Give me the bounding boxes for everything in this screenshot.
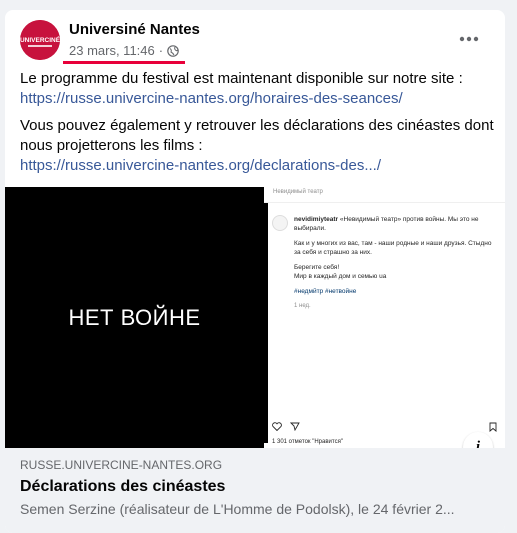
insta-likes: 1 301 отметок "Нравится" <box>272 439 343 445</box>
link-preview-image[interactable]: НЕТ ВОЙНЕ Невидимый театр nevidimiyteatr… <box>5 187 505 462</box>
meta-separator: · <box>158 43 164 58</box>
insta-caption: nevidimiyteatr «Невидимый театр» против … <box>294 215 499 317</box>
instagram-screenshot: Невидимый театр nevidimiyteatr «Невидимы… <box>264 187 505 448</box>
globe-icon[interactable] <box>167 44 179 57</box>
author-name[interactable]: Universiné Nantes <box>69 21 200 38</box>
insta-username: nevidimiyteatr <box>294 216 339 223</box>
link-description: Semen Serzine (réalisateur de L'Homme de… <box>20 501 455 517</box>
no-war-text: НЕТ ВОЙНЕ <box>68 304 201 330</box>
insta-actions <box>272 422 300 431</box>
insta-paragraph-3b: Мир в каждый дом и семью ua <box>294 273 387 280</box>
link-preview-card[interactable]: RUSSE.UNIVERCINE-NANTES.ORG Déclarations… <box>5 448 505 533</box>
insta-paragraph-2: Как и у многих из вас, там - наши родные… <box>294 240 492 256</box>
more-options-button[interactable] <box>451 24 487 54</box>
link-title: Déclarations des cinéastes <box>20 478 226 495</box>
insta-paragraph-3a: Берегите себя! <box>294 264 340 271</box>
bookmark-icon <box>489 422 497 432</box>
link-domain: RUSSE.UNIVERCINE-NANTES.ORG <box>20 458 223 472</box>
schedule-link[interactable]: https://russe.univercine-nantes.org/hora… <box>20 89 495 109</box>
declarations-link[interactable]: https://russe.univercine-nantes.org/decl… <box>20 156 495 176</box>
no-war-panel: НЕТ ВОЙНЕ <box>5 187 264 448</box>
post-meta: 23 mars, 11:46 · <box>63 43 186 64</box>
post-card: UNIVERCINÉ Universiné Nantes 23 mars, 11… <box>5 10 505 533</box>
insta-avatar <box>272 215 288 231</box>
insta-photo-edge <box>264 203 268 443</box>
insta-header-text: Невидимый театр <box>273 189 323 195</box>
univercine-logo: UNIVERCINÉ <box>20 20 60 60</box>
more-horizontal-icon <box>459 36 479 42</box>
heart-icon <box>272 422 282 431</box>
post-text: Le programme du festival est maintenant … <box>20 69 495 183</box>
insta-topbar: Невидимый театр <box>264 187 505 203</box>
date-highlight-underline <box>63 61 186 64</box>
avatar[interactable]: UNIVERCINÉ <box>20 20 60 60</box>
post-paragraph-1: Le programme du festival est maintenant … <box>20 70 463 87</box>
post-header: UNIVERCINÉ Universiné Nantes 23 mars, 11… <box>5 10 505 68</box>
insta-tags: #недмйтр #нетвойне <box>294 288 357 295</box>
post-paragraph-2: Vous pouvez également y retrouver les dé… <box>20 117 494 154</box>
insta-age: 1 нед. <box>294 303 311 309</box>
share-icon <box>290 422 300 431</box>
svg-text:UNIVERCINÉ: UNIVERCINÉ <box>20 35 60 44</box>
post-date[interactable]: 23 mars, 11:46 <box>69 43 155 58</box>
